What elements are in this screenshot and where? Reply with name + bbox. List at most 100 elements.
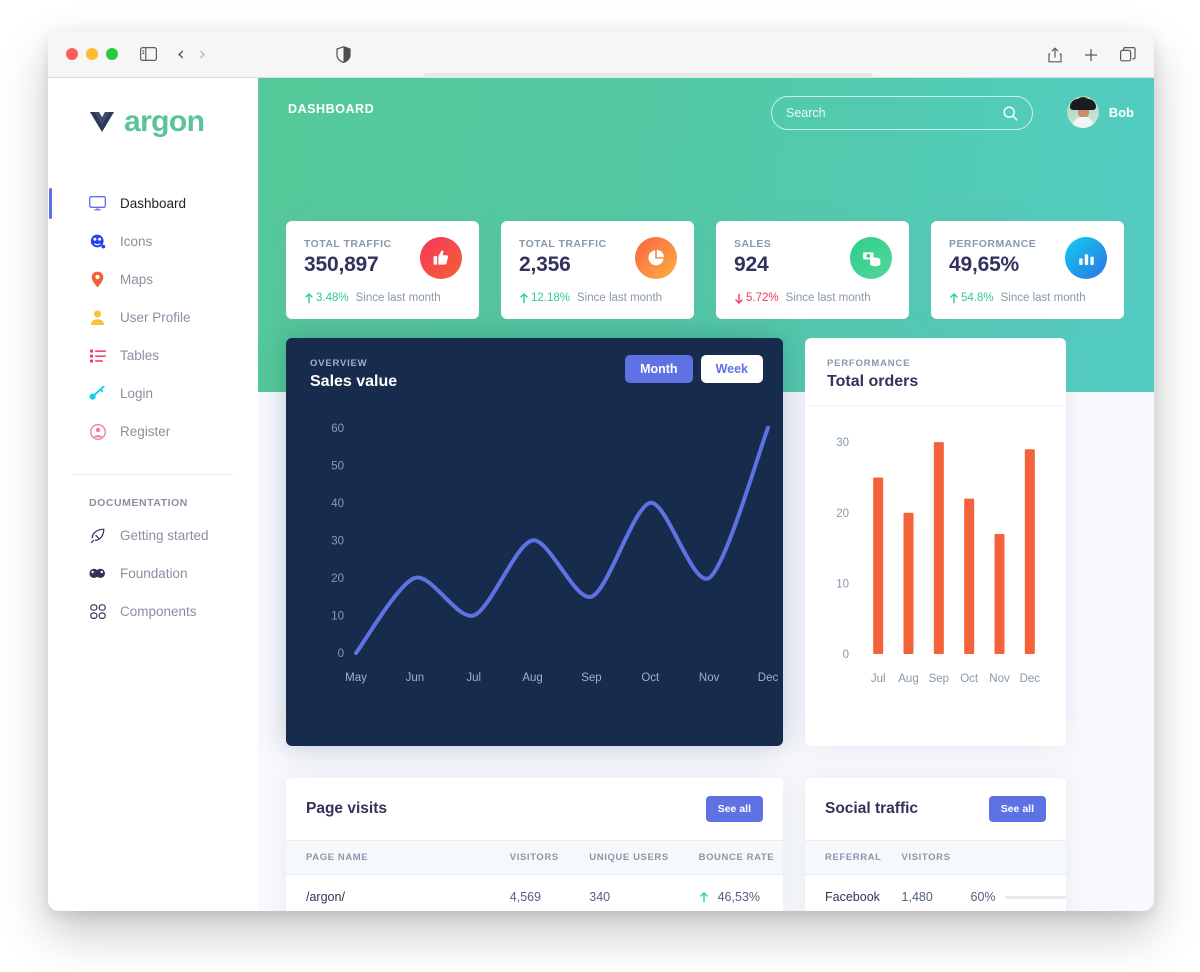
cell-visitors: 1,480 <box>881 874 951 911</box>
col-bounce-rate: BOUNCE RATE <box>678 840 783 875</box>
svg-text:30: 30 <box>331 535 344 547</box>
money-icon <box>850 237 892 279</box>
stat-delta: 3.48% <box>304 292 349 304</box>
col-visitors: VISITORS <box>489 840 570 875</box>
minimize-window-button[interactable] <box>86 48 98 60</box>
sidebar-item-icons[interactable]: Icons <box>48 223 258 260</box>
monitor-icon <box>89 195 106 212</box>
sidebar-item-register[interactable]: Register <box>48 413 258 450</box>
sidebar-item-login[interactable]: Login <box>48 375 258 412</box>
sidebar-item-components[interactable]: Components <box>48 593 258 630</box>
page-visits-title: Page visits <box>306 800 387 817</box>
svg-text:20: 20 <box>331 573 344 585</box>
sidebar-nav: Dashboard Icons Maps User Profile Tables… <box>48 185 258 630</box>
stat-since: Since last month <box>785 292 871 304</box>
svg-text:40: 40 <box>331 498 344 510</box>
svg-text:Dec: Dec <box>758 672 779 684</box>
maximize-window-button[interactable] <box>106 48 118 60</box>
page-title: DASHBOARD <box>288 102 375 116</box>
palette-icon <box>89 565 106 582</box>
svg-text:0: 0 <box>338 648 344 660</box>
svg-text:10: 10 <box>331 610 344 622</box>
svg-text:20: 20 <box>836 508 849 520</box>
sidebar-item-label: Maps <box>120 272 154 287</box>
svg-text:Sep: Sep <box>581 672 601 684</box>
share-icon[interactable] <box>1048 46 1062 63</box>
cell-page-name: /argon/ <box>286 874 490 911</box>
pie-chart-icon <box>635 237 677 279</box>
search-icon[interactable] <box>1003 105 1018 121</box>
sidebar-item-dashboard[interactable]: Dashboard <box>48 185 258 222</box>
svg-text:Nov: Nov <box>699 672 720 684</box>
sidebar: argon Dashboard Icons Maps User Profile … <box>48 78 258 911</box>
stat-card-sales: SALES 924 5.72% Since last month <box>716 221 909 319</box>
social-traffic-title: Social traffic <box>825 800 919 817</box>
page-visits-card: Page visits See all PAGE NAME VISITORS U… <box>286 778 783 911</box>
table-header-row: REFERRAL VISITORS <box>805 840 1066 875</box>
svg-text:30: 30 <box>836 437 849 449</box>
shield-icon[interactable] <box>336 45 351 63</box>
stat-footer: 12.18% Since last month <box>519 292 676 304</box>
screenshot-root: ‹ › 🔒 creative-tim.com ↻ <box>0 0 1200 972</box>
search-input[interactable] <box>786 106 1003 120</box>
plus-icon[interactable] <box>1084 48 1098 62</box>
stat-delta-value: 3.48% <box>316 292 349 304</box>
sales-chart-header: OVERVIEW Sales value Month Week <box>286 338 783 391</box>
forward-arrow-icon[interactable]: › <box>199 44 207 64</box>
col-page-name: PAGE NAME <box>286 840 490 875</box>
stat-delta: 54.8% <box>949 292 994 304</box>
tab-overview-icon[interactable] <box>1120 47 1136 62</box>
social-traffic-see-all-button[interactable]: See all <box>988 796 1046 822</box>
progress-bar <box>1004 895 1066 899</box>
page-visits-see-all-button[interactable]: See all <box>705 796 763 822</box>
table-row[interactable]: /argon/ 4,569 340 46,53% <box>286 874 783 911</box>
user-menu[interactable]: Bob <box>1066 96 1134 128</box>
svg-text:Aug: Aug <box>522 672 542 684</box>
total-orders-chart-card: PERFORMANCE Total orders 0 10 20 30 Jul Aug Se… <box>805 338 1066 746</box>
page-visits-table: PAGE NAME VISITORS UNIQUE USERS BOUNCE R… <box>286 840 783 911</box>
sidebar-item-foundation[interactable]: Foundation <box>48 555 258 592</box>
cell-bounce-rate: 46,53% <box>678 874 783 911</box>
tab-week[interactable]: Week <box>700 355 763 383</box>
sidebar-item-label: User Profile <box>120 310 191 325</box>
arrow-up-icon <box>699 891 708 902</box>
table-list-icon <box>89 347 106 364</box>
bar-chart-icon <box>1065 237 1107 279</box>
svg-text:0: 0 <box>843 649 849 661</box>
col-referral: REFERRAL <box>805 840 882 875</box>
browser-toolbar-right <box>1048 31 1136 78</box>
sidebar-item-tables[interactable]: Tables <box>48 337 258 374</box>
sidebar-item-label: Register <box>120 424 171 439</box>
svg-text:Dec: Dec <box>1020 673 1041 685</box>
sidebar-item-user-profile[interactable]: User Profile <box>48 299 258 336</box>
app-logo[interactable]: argon <box>48 78 258 139</box>
map-pin-icon <box>89 271 106 288</box>
nav-arrows[interactable]: ‹ › <box>177 44 207 64</box>
stat-delta-value: 12.18% <box>531 292 571 304</box>
svg-text:10: 10 <box>836 578 849 590</box>
cell-unique-users: 340 <box>569 874 679 911</box>
back-arrow-icon[interactable]: ‹ <box>177 44 185 64</box>
social-traffic-table: REFERRAL VISITORS Facebook 1,480 60% <box>805 840 1066 911</box>
bounce-rate-value: 46,53% <box>717 890 761 904</box>
window-controls[interactable] <box>66 48 118 60</box>
orders-chart-eyebrow: PERFORMANCE <box>827 358 911 369</box>
stat-since: Since last month <box>577 292 663 304</box>
avatar[interactable] <box>1066 96 1099 128</box>
search-box[interactable] <box>771 96 1033 130</box>
sidebar-item-getting-started[interactable]: Getting started <box>48 517 258 554</box>
tab-month[interactable]: Month <box>625 355 693 383</box>
sidebar-item-label: Getting started <box>120 528 209 543</box>
sidebar-toggle-icon[interactable] <box>140 47 157 61</box>
sidebar-item-maps[interactable]: Maps <box>48 261 258 298</box>
sales-value-chart-card: OVERVIEW Sales value Month Week 0 10 20 30 4… <box>286 338 783 746</box>
user-name: Bob <box>1108 104 1134 120</box>
table-row[interactable]: Facebook 1,480 60% <box>805 874 1066 911</box>
chart-range-toggle[interactable]: Month Week <box>625 355 763 383</box>
close-window-button[interactable] <box>66 48 78 60</box>
svg-text:Sep: Sep <box>929 673 949 685</box>
vue-logo-icon <box>89 110 115 134</box>
orders-chart-title: Total orders <box>827 373 919 390</box>
stat-delta: 5.72% <box>734 292 779 304</box>
table-header-row: PAGE NAME VISITORS UNIQUE USERS BOUNCE R… <box>286 840 783 875</box>
